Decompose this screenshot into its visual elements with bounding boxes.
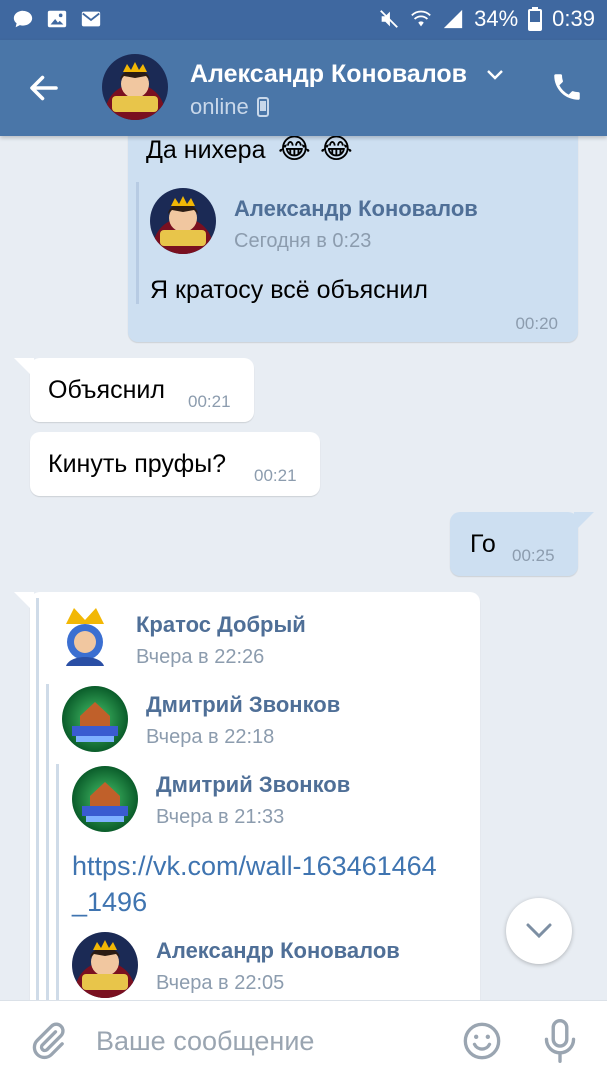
online-status-label: online	[190, 94, 249, 119]
forward-author[interactable]: Кратос Добрый	[136, 612, 306, 638]
battery-icon	[528, 7, 543, 31]
forward-date: Вчера в 22:18	[146, 726, 275, 748]
avatar[interactable]	[62, 686, 128, 752]
forward-author[interactable]: Александр Коновалов	[156, 938, 400, 964]
smile-icon[interactable]	[462, 1021, 502, 1061]
chat-notification-icon	[13, 10, 33, 28]
wall-link-continued[interactable]: _1496	[72, 884, 147, 920]
avatar[interactable]	[102, 54, 168, 120]
message-text: Го	[470, 530, 496, 558]
microphone-icon[interactable]	[542, 1019, 578, 1063]
chevron-down-icon	[526, 923, 552, 939]
forward-bar	[46, 684, 49, 1000]
forward-bar	[36, 598, 39, 1000]
message-outgoing[interactable]: Да нихера 😂 😂 Александр Коновалов Сегодн…	[128, 118, 578, 342]
forward-date: Вчера в 22:26	[136, 646, 265, 668]
forward-author[interactable]: Дмитрий Звонков	[146, 692, 340, 718]
message-time: 00:20	[515, 314, 558, 333]
message-text: Объяснил	[48, 376, 165, 404]
bubble-tail	[14, 592, 34, 612]
message-incoming[interactable]: Объяснил 00:21	[30, 358, 254, 422]
forward-bar	[136, 182, 139, 304]
battery-percent: 34%	[474, 6, 519, 31]
mail-notification-icon	[81, 11, 101, 27]
message-composer	[0, 1000, 607, 1080]
avatar[interactable]	[72, 766, 138, 832]
message-time: 00:21	[188, 392, 231, 411]
message-time: 00:21	[254, 466, 297, 485]
message-outgoing[interactable]: Го 00:25	[450, 512, 578, 576]
emoji-laughing-icon: 😂	[320, 133, 353, 164]
forward-author[interactable]: Дмитрий Звонков	[156, 772, 350, 798]
status-bar: 34% 0:39	[0, 0, 607, 40]
avatar[interactable]	[150, 188, 216, 254]
mute-icon	[380, 10, 399, 28]
message-time: 00:25	[512, 546, 555, 565]
scroll-down-button[interactable]	[506, 898, 572, 964]
wall-link[interactable]: https://vk.com/wall-163461464	[72, 848, 437, 884]
chat-title[interactable]: Александр Коновалов	[190, 60, 467, 89]
message-incoming[interactable]: Кратос Добрый Вчера в 22:26 Дмитрий Звон…	[30, 592, 480, 1000]
forward-author[interactable]: Александр Коновалов	[234, 196, 478, 222]
online-status: online	[190, 94, 269, 120]
back-arrow-icon[interactable]	[26, 70, 62, 106]
forward-date: Вчера в 22:05	[156, 972, 285, 994]
phone-icon[interactable]	[550, 70, 584, 104]
forward-bar	[56, 764, 59, 1000]
message-text: Да нихера	[146, 136, 266, 164]
chat-header: Александр Коновалов online	[0, 40, 607, 136]
forward-text: Я кратосу всё объяснил	[150, 276, 428, 304]
avatar[interactable]	[72, 932, 138, 998]
chevron-down-icon[interactable]	[486, 68, 504, 82]
forward-date: Сегодня в 0:23	[234, 230, 372, 252]
signal-icon	[443, 9, 463, 29]
paperclip-icon[interactable]	[28, 1021, 68, 1061]
avatar[interactable]	[52, 602, 118, 668]
message-incoming[interactable]: Кинуть пруфы? 00:21	[30, 432, 320, 496]
forward-date: Вчера в 21:33	[156, 806, 285, 828]
bubble-tail	[574, 512, 594, 532]
emoji-laughing-icon: 😂	[278, 133, 311, 164]
image-notification-icon	[47, 10, 67, 28]
message-text: Кинуть пруфы?	[48, 450, 227, 478]
bubble-tail	[14, 358, 34, 378]
mobile-device-icon	[256, 97, 269, 117]
message-input[interactable]	[96, 1021, 436, 1061]
clock: 0:39	[552, 6, 595, 31]
wifi-icon	[411, 10, 431, 27]
